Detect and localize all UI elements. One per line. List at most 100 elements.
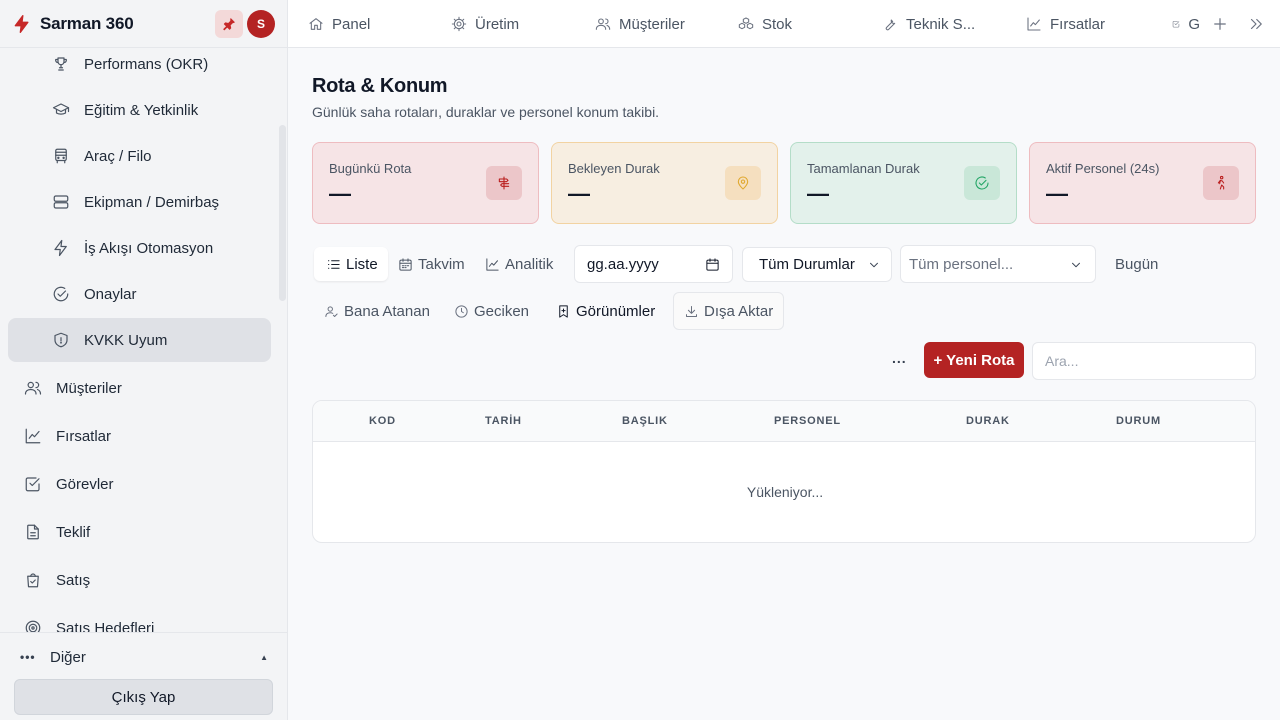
check-circle-icon xyxy=(53,286,69,302)
column-header-title[interactable]: BAŞLIK xyxy=(622,415,668,427)
sidebar-item-label: Teklif xyxy=(56,523,91,541)
today-button[interactable]: Bugün xyxy=(1115,247,1158,281)
avatar[interactable]: S xyxy=(247,10,275,38)
sidebar-item-kvkk[interactable]: KVKK Uyum xyxy=(8,318,271,362)
calendar-icon xyxy=(706,258,719,271)
sidebar-item-label: Satış xyxy=(56,571,91,589)
date-input[interactable]: gg.aa.yyyy xyxy=(574,245,733,283)
boxes-icon xyxy=(738,17,754,30)
view-analytics-button[interactable]: Analitik xyxy=(485,247,553,281)
view-list-button[interactable]: Liste xyxy=(314,247,388,281)
sidebar-item-customers[interactable]: Müşteriler xyxy=(0,366,280,410)
bolt-logo-icon xyxy=(12,14,32,34)
column-header-date[interactable]: TARİH xyxy=(485,415,522,427)
graduation-cap-icon xyxy=(52,103,70,115)
staff-select-value: Tüm personel... xyxy=(909,255,1014,273)
overdue-label: Geciken xyxy=(474,302,530,320)
tab-stock[interactable]: Stok xyxy=(738,0,792,48)
export-button[interactable]: Dışa Aktar xyxy=(673,292,785,330)
bookmark-icon xyxy=(559,304,568,318)
sidebar-footer: ••• Diğer ▲ Çıkış Yap xyxy=(0,632,287,720)
status-select[interactable]: Tüm Durumlar xyxy=(742,247,892,282)
tab-opportunities[interactable]: Fırsatlar xyxy=(1026,0,1105,48)
sidebar-item-label: Araç / Filo xyxy=(84,147,152,165)
sidebar-item-automation[interactable]: İş Akışı Otomasyon xyxy=(8,226,271,270)
sidebar-item-label: Satış Hedefleri xyxy=(56,619,155,633)
sidebar-item-label: Müşteriler xyxy=(56,379,122,397)
check-square-icon xyxy=(1172,20,1180,28)
sidebar-scrollbar[interactable] xyxy=(279,125,286,301)
view-calendar-button[interactable]: Takvim xyxy=(398,247,465,281)
more-actions-button[interactable]: ... xyxy=(892,350,907,366)
search-placeholder: Ara... xyxy=(1045,353,1079,369)
column-header-status[interactable]: DURUM xyxy=(1116,415,1161,427)
add-tab-button[interactable] xyxy=(1210,14,1230,34)
sidebar-item-label: KVKK Uyum xyxy=(84,331,168,349)
main-content: Rota & Konum Günlük saha rotaları, durak… xyxy=(288,48,1280,720)
plus-icon xyxy=(1214,18,1226,30)
search-input[interactable]: Ara... xyxy=(1032,342,1256,380)
tab-technical-service[interactable]: Teknik S... xyxy=(882,0,975,48)
sidebar-more-label: Diğer xyxy=(50,648,86,666)
bus-icon xyxy=(55,148,67,164)
trend-icon xyxy=(486,257,499,271)
tab-label: Üretim xyxy=(475,15,520,33)
sidebar-item-equipment[interactable]: Ekipman / Demirbaş xyxy=(8,180,271,224)
sidebar-item-approvals[interactable]: Onaylar xyxy=(8,272,271,316)
signpost-icon xyxy=(486,166,522,200)
sidebar: Sarman 360 S Performans (OKR) Eğitim & Y… xyxy=(0,0,288,720)
view-analytics-label: Analitik xyxy=(505,255,554,273)
tab-tasks-truncated[interactable]: G xyxy=(1172,0,1200,48)
routes-table: KOD TARİH BAŞLIK PERSONEL DURAK DURUM Yü… xyxy=(312,400,1256,543)
view-list-label: Liste xyxy=(346,255,378,273)
trend-icon xyxy=(25,428,41,444)
view-calendar-label: Takvim xyxy=(418,255,465,273)
sidebar-more-toggle[interactable]: ••• Diğer ▲ xyxy=(20,645,272,669)
stat-card-pending-stops: Bekleyen Durak — xyxy=(551,142,778,224)
export-label: Dışa Aktar xyxy=(704,302,774,320)
user-check-icon xyxy=(325,305,338,317)
stat-value: — xyxy=(1046,181,1068,206)
users-icon xyxy=(24,381,42,395)
column-header-staff[interactable]: PERSONEL xyxy=(774,415,841,427)
table-header: KOD TARİH BAŞLIK PERSONEL DURAK DURUM xyxy=(313,401,1255,442)
collapse-tabs-button[interactable] xyxy=(1246,14,1266,34)
column-header-stops[interactable]: DURAK xyxy=(966,415,1010,427)
brand-name: Sarman 360 xyxy=(40,13,134,33)
tab-production[interactable]: Üretim xyxy=(451,0,519,48)
stat-value: — xyxy=(568,181,590,206)
sidebar-item-label: Ekipman / Demirbaş xyxy=(84,193,220,211)
stat-label: Bugünkü Rota xyxy=(329,161,412,176)
overdue-button[interactable]: Geciken xyxy=(454,294,529,328)
tab-label: Panel xyxy=(332,15,371,33)
sidebar-item-label: Onaylar xyxy=(84,285,137,303)
calendar-icon xyxy=(399,257,412,271)
topbar: Panel Üretim Müşteriler Stok Teknik S...… xyxy=(288,0,1280,48)
staff-select[interactable]: Tüm personel... xyxy=(900,245,1096,283)
shield-icon xyxy=(54,332,68,348)
sidebar-item-sales[interactable]: Satış xyxy=(0,558,280,602)
pin-button[interactable] xyxy=(215,10,243,38)
sidebar-item-performance[interactable]: Performans (OKR) xyxy=(8,48,271,86)
stat-label: Tamamlanan Durak xyxy=(807,161,920,176)
sidebar-item-opportunities[interactable]: Fırsatlar xyxy=(0,414,280,458)
sidebar-item-label: Görevler xyxy=(56,475,114,493)
sidebar-item-tasks[interactable]: Görevler xyxy=(0,462,280,506)
logout-button[interactable]: Çıkış Yap xyxy=(14,679,273,715)
sidebar-item-sales-targets[interactable]: Satış Hedefleri xyxy=(0,606,280,632)
trophy-icon xyxy=(55,57,67,71)
tab-label: Fırsatlar xyxy=(1050,15,1106,33)
sidebar-item-quote[interactable]: Teklif xyxy=(0,510,280,554)
chevron-down-icon xyxy=(1072,262,1080,268)
assigned-to-me-button[interactable]: Bana Atanan xyxy=(324,294,430,328)
column-header-code[interactable]: KOD xyxy=(369,415,396,427)
file-icon xyxy=(27,524,39,540)
tab-customers[interactable]: Müşteriler xyxy=(595,0,685,48)
sidebar-item-fleet[interactable]: Araç / Filo xyxy=(8,134,271,178)
new-route-button[interactable]: + Yeni Rota xyxy=(924,342,1024,378)
sidebar-item-training[interactable]: Eğitim & Yetkinlik xyxy=(8,88,271,132)
server-icon xyxy=(53,195,69,209)
zap-icon xyxy=(54,239,67,257)
tab-panel[interactable]: Panel xyxy=(308,0,370,48)
saved-views-button[interactable]: Görünümler xyxy=(556,294,655,328)
